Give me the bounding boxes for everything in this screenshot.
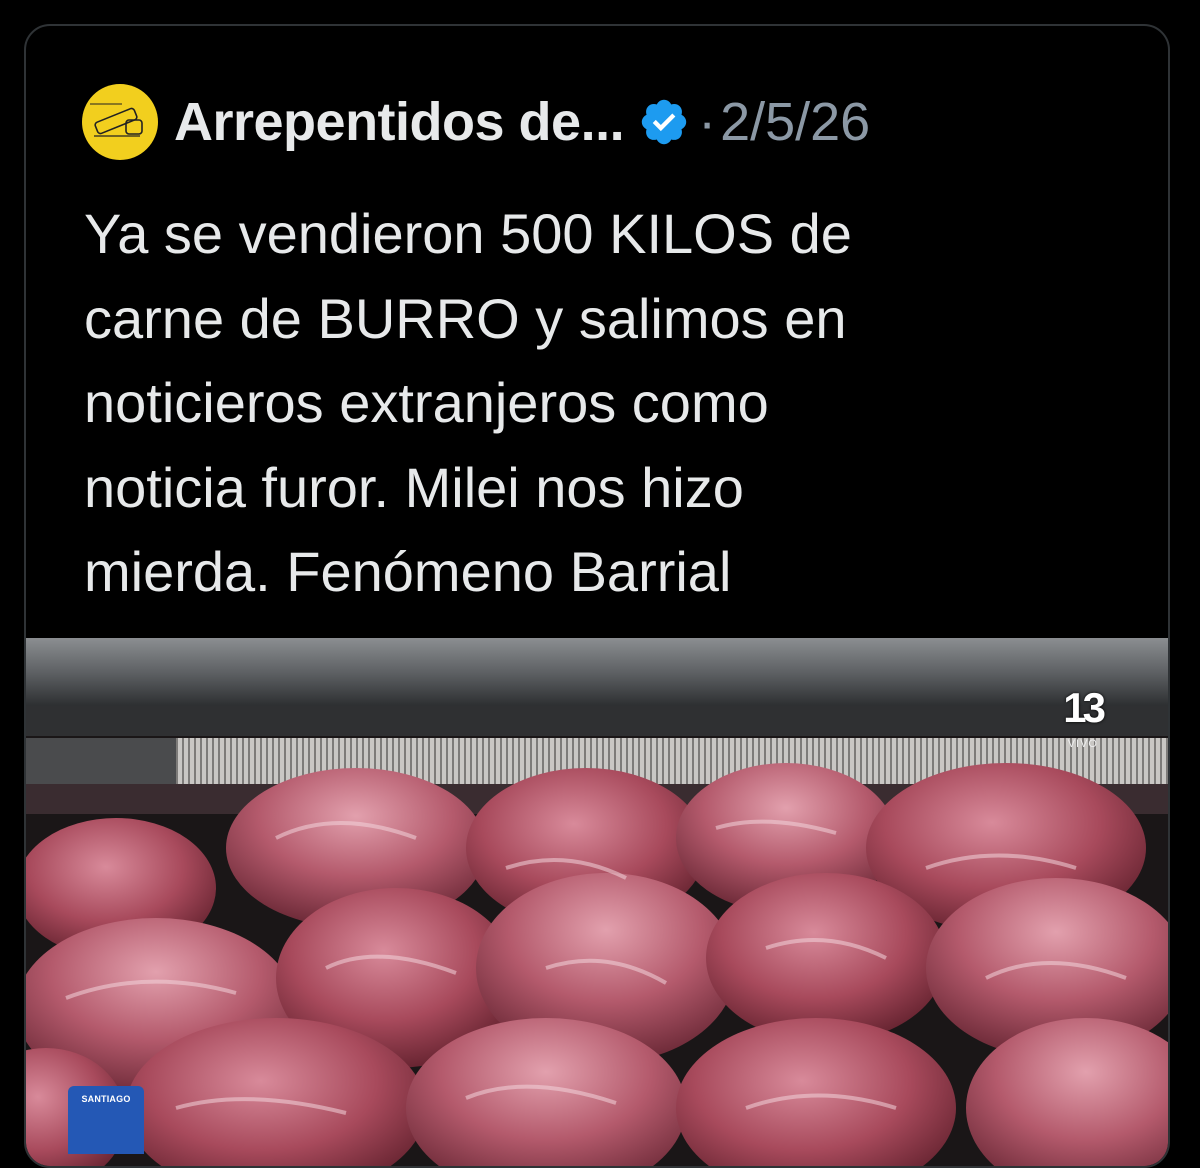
tweet-card[interactable]: Arrepentidos de... · 2/5/26 Ya se vendie… [24, 24, 1170, 1168]
live-label: VIVO [1067, 738, 1098, 750]
tweet-date[interactable]: 2/5/26 [720, 91, 870, 153]
tweet-text: Ya se vendieron 500 KILOS de carne de BU… [84, 202, 852, 603]
verified-badge-icon [641, 99, 687, 145]
meat-display-image [26, 638, 1168, 1166]
tweet-header: Arrepentidos de... · 2/5/26 [82, 84, 870, 160]
author-name[interactable]: Arrepentidos de... [174, 91, 625, 153]
avatar[interactable] [82, 84, 158, 160]
chainsaw-icon [90, 103, 143, 137]
tweet-media[interactable]: 13 VIVO SANTIAGO [26, 638, 1168, 1166]
location-badge: SANTIAGO [68, 1086, 144, 1154]
channel-13-logo: 13 [1063, 684, 1106, 731]
separator-dot: · [698, 92, 717, 152]
